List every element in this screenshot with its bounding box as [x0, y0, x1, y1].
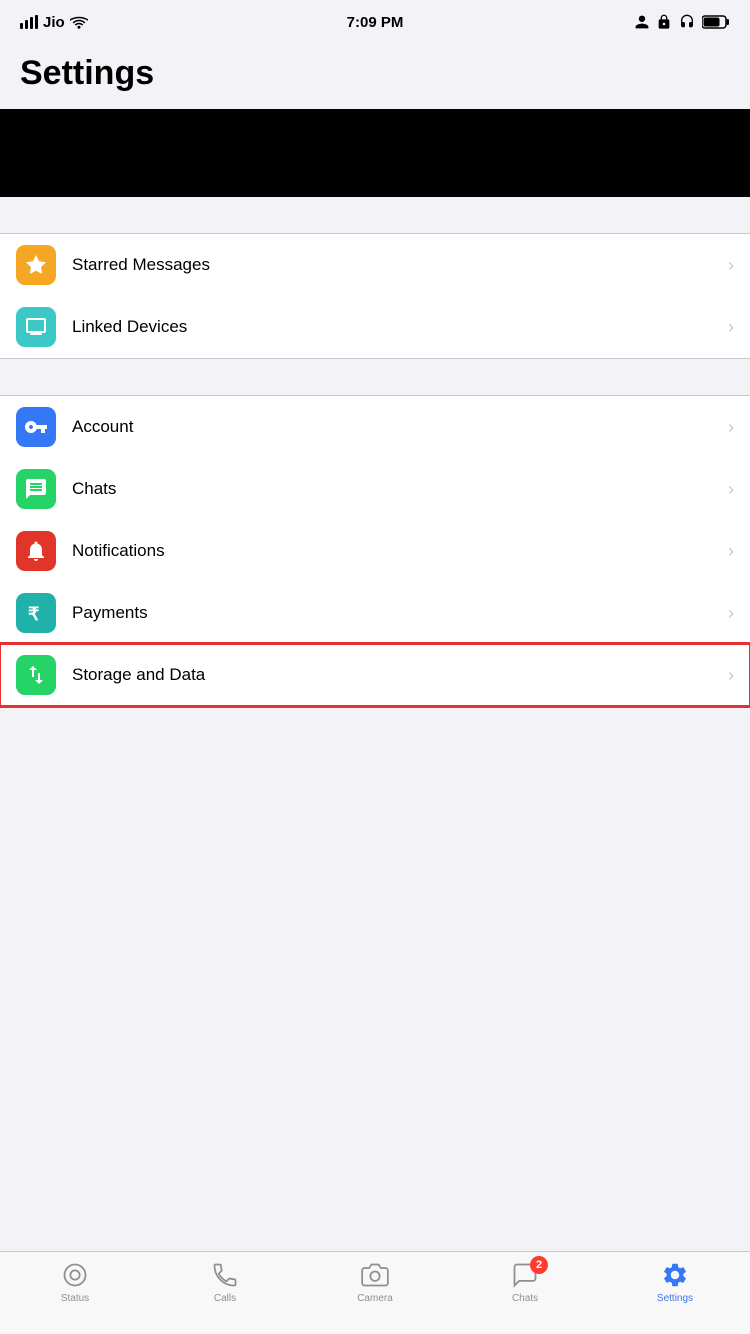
monitor-icon [24, 315, 48, 339]
chats-icon [16, 469, 56, 509]
tab-camera-icon-wrap [360, 1260, 390, 1290]
main-content: Settings Starred Messages › Linked Devic… [0, 44, 750, 797]
tab-settings-icon-wrap [660, 1260, 690, 1290]
calls-tab-icon [211, 1261, 239, 1289]
storage-icon [16, 655, 56, 695]
tab-calls-icon-wrap [210, 1260, 240, 1290]
rupee-icon: ₹ [24, 601, 48, 625]
bell-icon [24, 539, 48, 563]
headphone-icon [678, 14, 696, 30]
linked-devices-chevron: › [728, 317, 734, 338]
starred-messages-chevron: › [728, 255, 734, 276]
notifications-chevron: › [728, 541, 734, 562]
row-payments[interactable]: ₹ Payments › [0, 582, 750, 644]
page-heading: Settings [20, 54, 730, 93]
status-right [634, 14, 730, 30]
lock-icon [656, 14, 672, 30]
tab-chats[interactable]: 2 Chats [450, 1260, 600, 1304]
notifications-label: Notifications [72, 541, 728, 561]
signal-icon [20, 15, 38, 29]
key-icon [24, 415, 48, 439]
camera-tab-icon [361, 1261, 389, 1289]
linked-devices-icon [16, 307, 56, 347]
tab-chats-label: Chats [512, 1293, 538, 1304]
tab-chats-icon-wrap: 2 [510, 1260, 540, 1290]
account-icon [16, 407, 56, 447]
status-bar: Jio 7:09 PM [0, 0, 750, 44]
tab-settings[interactable]: Settings [600, 1260, 750, 1304]
section-gap-1 [0, 197, 750, 233]
star-icon [24, 253, 48, 277]
chats-badge: 2 [530, 1256, 548, 1274]
tab-camera[interactable]: Camera [300, 1260, 450, 1304]
account-label: Account [72, 417, 728, 437]
wifi-icon [70, 15, 88, 29]
status-time: 7:09 PM [347, 14, 404, 31]
settings-section-2: Account › Chats › Notifications › [0, 395, 750, 707]
notifications-icon [16, 531, 56, 571]
settings-tab-icon [661, 1261, 689, 1289]
payments-icon: ₹ [16, 593, 56, 633]
tab-settings-label: Settings [657, 1293, 693, 1304]
starred-messages-icon [16, 245, 56, 285]
section-gap-2 [0, 359, 750, 395]
chat-icon [24, 477, 48, 501]
row-chats[interactable]: Chats › [0, 458, 750, 520]
tab-camera-label: Camera [357, 1293, 393, 1304]
tab-bar: Status Calls Camera 2 Chats [0, 1251, 750, 1334]
storage-arrows-icon [24, 663, 48, 687]
status-left: Jio [20, 14, 88, 31]
profile-banner[interactable] [0, 109, 750, 197]
storage-and-data-label: Storage and Data [72, 665, 728, 685]
starred-messages-label: Starred Messages [72, 255, 728, 275]
account-chevron: › [728, 417, 734, 438]
page-title-section: Settings [0, 44, 750, 109]
tab-status[interactable]: Status [0, 1260, 150, 1304]
row-storage-and-data[interactable]: Storage and Data › [0, 644, 750, 706]
payments-chevron: › [728, 603, 734, 624]
battery-icon [702, 15, 730, 29]
carrier-name: Jio [43, 14, 65, 31]
status-tab-icon [61, 1261, 89, 1289]
payments-label: Payments [72, 603, 728, 623]
tab-status-icon-wrap [60, 1260, 90, 1290]
linked-devices-label: Linked Devices [72, 317, 728, 337]
tab-status-label: Status [61, 1293, 89, 1304]
tab-calls-label: Calls [214, 1293, 236, 1304]
row-starred-messages[interactable]: Starred Messages › [0, 234, 750, 296]
tab-calls[interactable]: Calls [150, 1260, 300, 1304]
row-account[interactable]: Account › [0, 396, 750, 458]
row-linked-devices[interactable]: Linked Devices › [0, 296, 750, 358]
svg-text:₹: ₹ [28, 604, 40, 624]
settings-section-1: Starred Messages › Linked Devices › [0, 233, 750, 359]
storage-and-data-chevron: › [728, 665, 734, 686]
person-icon [634, 14, 650, 30]
row-notifications[interactable]: Notifications › [0, 520, 750, 582]
chats-chevron: › [728, 479, 734, 500]
chats-label: Chats [72, 479, 728, 499]
